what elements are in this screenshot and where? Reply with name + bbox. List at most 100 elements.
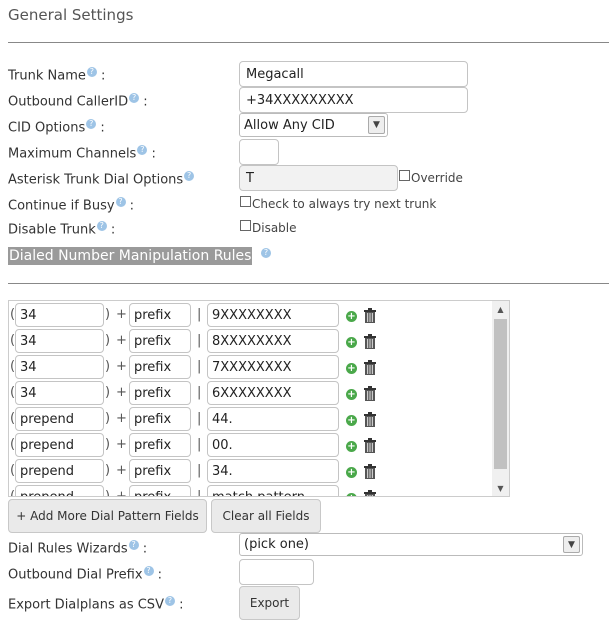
continue-busy-checkbox-label: Check to always try next trunk [252,197,437,211]
scroll-up-icon[interactable]: ▲ [492,301,509,317]
dial-pattern-list[interactable]: (34) + prefix | 9XXXXXXXX +(34) + prefix | 8XXXXX… [8,300,510,497]
match-pattern-input[interactable]: 00. [207,433,339,457]
prefix-input[interactable]: prefix [129,303,191,327]
outbound-callerid-input[interactable]: +34XXXXXXXXX [239,87,468,113]
match-pattern-input[interactable]: 9XXXXXXXX [207,303,339,327]
plus-sign: + [116,411,127,426]
add-icon[interactable]: + [346,389,357,400]
trash-icon[interactable] [363,386,376,401]
export-button[interactable]: Export [239,586,300,620]
add-icon[interactable]: + [346,441,357,452]
add-more-dial-pattern-button[interactable]: + Add More Dial Pattern Fields [8,499,207,533]
close-paren: ) [105,489,111,497]
continue-busy-label: Continue if Busy? : [8,197,135,214]
match-pattern-input[interactable]: 7XXXXXXXX [207,355,339,379]
continue-busy-checkbox[interactable] [240,196,251,207]
help-icon[interactable]: ? [96,221,107,231]
chevron-down-icon: ▼ [368,116,385,134]
prefix-input[interactable]: prefix [129,407,191,431]
divider [8,283,609,284]
prepend-input[interactable]: prepend [15,433,104,457]
help-icon[interactable]: ? [184,171,195,181]
close-paren: ) [105,359,111,374]
add-icon[interactable]: + [346,337,357,348]
disable-trunk-checkbox[interactable] [240,220,251,231]
match-pattern-input[interactable]: 44. [207,407,339,431]
prepend-input[interactable]: 34 [15,381,104,405]
dial-pattern-row: (prepend) + prefix | 44. + [9,407,509,433]
help-icon[interactable]: ? [164,596,175,606]
scroll-thumb[interactable] [494,319,507,469]
help-icon[interactable]: ? [115,197,126,207]
disable-trunk-label: Disable Trunk? : [8,221,116,238]
divider [8,42,609,43]
help-icon[interactable]: ? [86,67,97,77]
prefix-input[interactable]: prefix [129,433,191,457]
plus-sign: + [116,437,127,452]
help-icon[interactable]: ? [143,566,154,576]
trash-icon[interactable] [363,360,376,375]
override-label: Override [411,171,463,185]
trunk-name-label: Trunk Name? : [8,67,106,84]
prefix-input[interactable]: prefix [129,459,191,483]
outbound-dial-prefix-input[interactable] [239,559,314,585]
plus-sign: + [116,463,127,478]
prefix-input[interactable]: prefix [129,355,191,379]
add-icon[interactable]: + [346,467,357,478]
prepend-input[interactable]: 34 [15,303,104,327]
help-icon[interactable]: ? [137,145,148,155]
prepend-input[interactable]: 34 [15,329,104,353]
match-pattern-input[interactable]: 6XXXXXXXX [207,381,339,405]
match-pattern-input[interactable]: match pattern [207,485,339,496]
help-icon[interactable]: ? [261,248,271,258]
trash-icon[interactable] [363,464,376,479]
prepend-input[interactable]: prepend [15,459,104,483]
scroll-down-icon[interactable]: ▼ [492,480,509,496]
trash-icon[interactable] [363,490,376,496]
prefix-input[interactable]: prefix [129,485,191,496]
close-paren: ) [105,463,111,478]
prepend-input[interactable]: prepend [15,407,104,431]
override-checkbox[interactable] [399,170,410,181]
disable-trunk-checkbox-label: Disable [252,221,297,235]
help-icon[interactable]: ? [129,93,140,103]
help-icon[interactable]: ? [86,119,97,129]
prepend-input[interactable]: 34 [15,355,104,379]
cid-options-select[interactable]: Allow Any CID ▼ [239,113,388,137]
clear-all-fields-button[interactable]: Clear all Fields [211,499,321,533]
close-paren: ) [105,385,111,400]
close-paren: ) [105,333,111,348]
close-paren: ) [105,307,111,322]
plus-sign: + [116,359,127,374]
dial-rules-wizards-label: Dial Rules Wizards? : [8,540,148,557]
prepend-input[interactable]: prepend [15,485,104,496]
add-icon[interactable]: + [346,493,357,496]
trunk-name-input[interactable]: Megacall [239,61,468,87]
match-pattern-input[interactable]: 8XXXXXXXX [207,329,339,353]
scrollbar[interactable]: ▲ ▼ [492,301,509,496]
dial-pattern-row: (prepend)+prefix|match pattern+ [9,485,509,497]
prefix-input[interactable]: prefix [129,381,191,405]
dial-pattern-row: (34) + prefix | 7XXXXXXXX + [9,355,509,381]
cid-options-value: Allow Any CID [244,117,335,133]
close-paren: ) [105,437,111,452]
dial-options-input[interactable]: T [239,165,398,191]
max-channels-input[interactable] [239,139,279,165]
add-icon[interactable]: + [346,311,357,322]
trash-icon[interactable] [363,412,376,427]
dial-pattern-row: (34) + prefix | 8XXXXXXXX + [9,329,509,355]
trash-icon[interactable] [363,334,376,349]
trash-icon[interactable] [363,308,376,323]
add-icon[interactable]: + [346,415,357,426]
dial-options-label: Asterisk Trunk Dial Options? [8,171,195,187]
add-icon[interactable]: + [346,363,357,374]
trash-icon[interactable] [363,438,376,453]
match-pattern-input[interactable]: 34. [207,459,339,483]
prefix-input[interactable]: prefix [129,329,191,353]
pipe-separator: | [197,489,202,497]
cid-options-label: CID Options? : [8,119,105,136]
help-icon[interactable]: ? [128,540,139,550]
dial-rules-wizards-select[interactable]: (pick one) ▼ [239,533,583,556]
chevron-down-icon: ▼ [563,536,580,553]
pipe-separator: | [197,411,202,426]
